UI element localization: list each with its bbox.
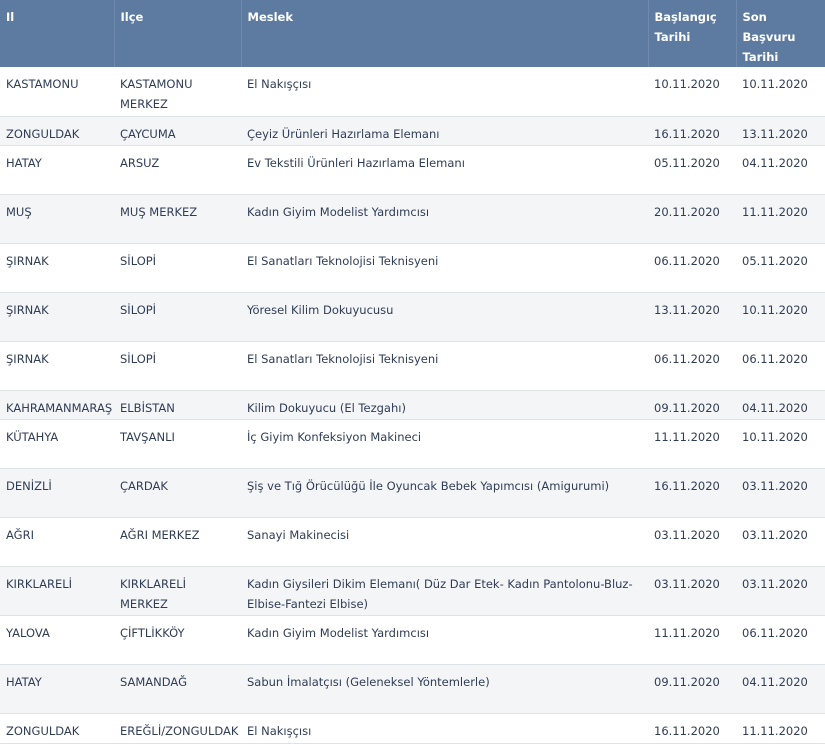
cell-son-basvuru: 04.11.2020 — [736, 664, 825, 714]
cell-il: HATAY — [0, 664, 114, 714]
cell-son-basvuru: 03.11.2020 — [736, 517, 825, 567]
table-row: HATAY SAMANDAĞ Sabun İmalatçısı (Gelenek… — [0, 664, 825, 714]
cell-son-basvuru: 11.11.2020 — [736, 194, 825, 244]
cell-baslangic: 06.11.2020 — [648, 243, 736, 293]
cell-meslek: Ev Tekstili Ürünleri Hazırlama Elemanı — [241, 145, 648, 195]
cell-il: KASTAMONU — [0, 67, 114, 117]
cell-meslek: Şiş ve Tığ Örücülüğü İle Oyuncak Bebek Y… — [241, 468, 648, 518]
cell-meslek: Kilim Dokuyucu (El Tezgahı) — [241, 390, 648, 420]
table-row: KASTAMONU KASTAMONU MERKEZ El Nakışçısı … — [0, 67, 825, 117]
course-table: Il Ilçe Meslek Başlangıç Tarihi Son Başv… — [0, 0, 825, 744]
table-row: ŞIRNAK SİLOPİ El Sanatları Teknolojisi T… — [0, 243, 825, 293]
cell-baslangic: 05.11.2020 — [648, 145, 736, 195]
cell-ilce: EREĞLİ/ZONGULDAK — [114, 713, 241, 744]
cell-il: ZONGULDAK — [0, 713, 114, 744]
cell-ilce: ÇARDAK — [114, 468, 241, 518]
header-ilce[interactable]: Ilçe — [114, 0, 242, 67]
cell-son-basvuru: 10.11.2020 — [736, 292, 825, 342]
cell-meslek: İç Giyim Konfeksiyon Makineci — [241, 419, 648, 469]
cell-meslek: Sabun İmalatçısı (Geleneksel Yöntemlerle… — [241, 664, 648, 714]
cell-son-basvuru: 06.11.2020 — [736, 341, 825, 391]
cell-meslek: Kadın Giyim Modelist Yardımcısı — [241, 615, 648, 665]
cell-son-basvuru: 10.11.2020 — [736, 67, 825, 117]
cell-il: ŞIRNAK — [0, 341, 114, 391]
cell-son-basvuru: 13.11.2020 — [736, 116, 825, 146]
cell-baslangic: 16.11.2020 — [648, 468, 736, 518]
cell-son-basvuru: 03.11.2020 — [736, 566, 825, 616]
table-row: ŞIRNAK SİLOPİ Yöresel Kilim Dokuyucusu 1… — [0, 292, 825, 342]
cell-baslangic: 09.11.2020 — [648, 390, 736, 420]
cell-ilce: AĞRI MERKEZ — [114, 517, 241, 567]
table-row: YALOVA ÇİFTLİKKÖY Kadın Giyim Modelist Y… — [0, 615, 825, 665]
table-row: KIRKLARELİ KIRKLARELİ MERKEZ Kadın Giysi… — [0, 566, 825, 616]
cell-baslangic: 06.11.2020 — [648, 341, 736, 391]
header-il[interactable]: Il — [0, 0, 115, 67]
table-row: ZONGULDAK EREĞLİ/ZONGULDAK El Nakışçısı … — [0, 713, 825, 744]
cell-il: ŞIRNAK — [0, 292, 114, 342]
cell-son-basvuru: 04.11.2020 — [736, 145, 825, 195]
cell-meslek: El Nakışçısı — [241, 67, 648, 117]
cell-meslek: El Sanatları Teknolojisi Teknisyeni — [241, 341, 648, 391]
header-baslangic-tarihi[interactable]: Başlangıç Tarihi — [648, 0, 737, 67]
cell-son-basvuru: 03.11.2020 — [736, 468, 825, 518]
cell-ilce: TAVŞANLI — [114, 419, 241, 469]
cell-il: KAHRAMANMARAŞ — [0, 390, 114, 420]
cell-il: KIRKLARELİ — [0, 566, 114, 616]
header-son-basvuru-tarihi[interactable]: Son Başvuru Tarihi — [736, 0, 825, 67]
cell-meslek: Kadın Giyim Modelist Yardımcısı — [241, 194, 648, 244]
cell-son-basvuru: 06.11.2020 — [736, 615, 825, 665]
cell-son-basvuru: 10.11.2020 — [736, 419, 825, 469]
table-row: ZONGULDAK ÇAYCUMA Çeyiz Ürünleri Hazırla… — [0, 116, 825, 146]
cell-son-basvuru: 11.11.2020 — [736, 713, 825, 744]
cell-baslangic: 03.11.2020 — [648, 566, 736, 616]
cell-meslek: Sanayi Makinecisi — [241, 517, 648, 567]
cell-baslangic: 03.11.2020 — [648, 517, 736, 567]
cell-il: KÜTAHYA — [0, 419, 114, 469]
cell-il: DENİZLİ — [0, 468, 114, 518]
cell-il: AĞRI — [0, 517, 114, 567]
cell-meslek: El Sanatları Teknolojisi Teknisyeni — [241, 243, 648, 293]
cell-ilce: ELBİSTAN — [114, 390, 241, 420]
cell-meslek: El Nakışçısı — [241, 713, 648, 744]
cell-baslangic: 20.11.2020 — [648, 194, 736, 244]
cell-il: YALOVA — [0, 615, 114, 665]
cell-il: HATAY — [0, 145, 114, 195]
cell-meslek: Çeyiz Ürünleri Hazırlama Elemanı — [241, 116, 648, 146]
table-header: Il Ilçe Meslek Başlangıç Tarihi Son Başv… — [0, 0, 825, 67]
cell-ilce: ÇİFTLİKKÖY — [114, 615, 241, 665]
cell-meslek: Yöresel Kilim Dokuyucusu — [241, 292, 648, 342]
cell-ilce: SİLOPİ — [114, 341, 241, 391]
table-row: ŞIRNAK SİLOPİ El Sanatları Teknolojisi T… — [0, 341, 825, 391]
table-row: DENİZLİ ÇARDAK Şiş ve Tığ Örücülüğü İle … — [0, 468, 825, 518]
cell-baslangic: 11.11.2020 — [648, 615, 736, 665]
cell-il: MUŞ — [0, 194, 114, 244]
cell-baslangic: 16.11.2020 — [648, 713, 736, 744]
cell-ilce: SİLOPİ — [114, 292, 241, 342]
cell-ilce: ARSUZ — [114, 145, 241, 195]
table-body: KASTAMONU KASTAMONU MERKEZ El Nakışçısı … — [0, 67, 825, 744]
table-row: KÜTAHYA TAVŞANLI İç Giyim Konfeksiyon Ma… — [0, 419, 825, 469]
cell-ilce: ÇAYCUMA — [114, 116, 241, 146]
cell-il: ŞIRNAK — [0, 243, 114, 293]
cell-ilce: KASTAMONU MERKEZ — [114, 67, 241, 117]
table-row: MUŞ MUŞ MERKEZ Kadın Giyim Modelist Yard… — [0, 194, 825, 244]
cell-ilce: SİLOPİ — [114, 243, 241, 293]
cell-meslek: Kadın Giysileri Dikim Elemanı( Düz Dar E… — [241, 566, 648, 616]
cell-baslangic: 09.11.2020 — [648, 664, 736, 714]
cell-baslangic: 11.11.2020 — [648, 419, 736, 469]
table-row: HATAY ARSUZ Ev Tekstili Ürünleri Hazırla… — [0, 145, 825, 195]
cell-baslangic: 13.11.2020 — [648, 292, 736, 342]
table-row: AĞRI AĞRI MERKEZ Sanayi Makinecisi 03.11… — [0, 517, 825, 567]
cell-son-basvuru: 04.11.2020 — [736, 390, 825, 420]
cell-il: ZONGULDAK — [0, 116, 114, 146]
cell-baslangic: 10.11.2020 — [648, 67, 736, 117]
cell-ilce: KIRKLARELİ MERKEZ — [114, 566, 241, 616]
cell-ilce: MUŞ MERKEZ — [114, 194, 241, 244]
header-meslek[interactable]: Meslek — [241, 0, 649, 67]
table-row: KAHRAMANMARAŞ ELBİSTAN Kilim Dokuyucu (E… — [0, 390, 825, 420]
cell-ilce: SAMANDAĞ — [114, 664, 241, 714]
cell-baslangic: 16.11.2020 — [648, 116, 736, 146]
cell-son-basvuru: 05.11.2020 — [736, 243, 825, 293]
